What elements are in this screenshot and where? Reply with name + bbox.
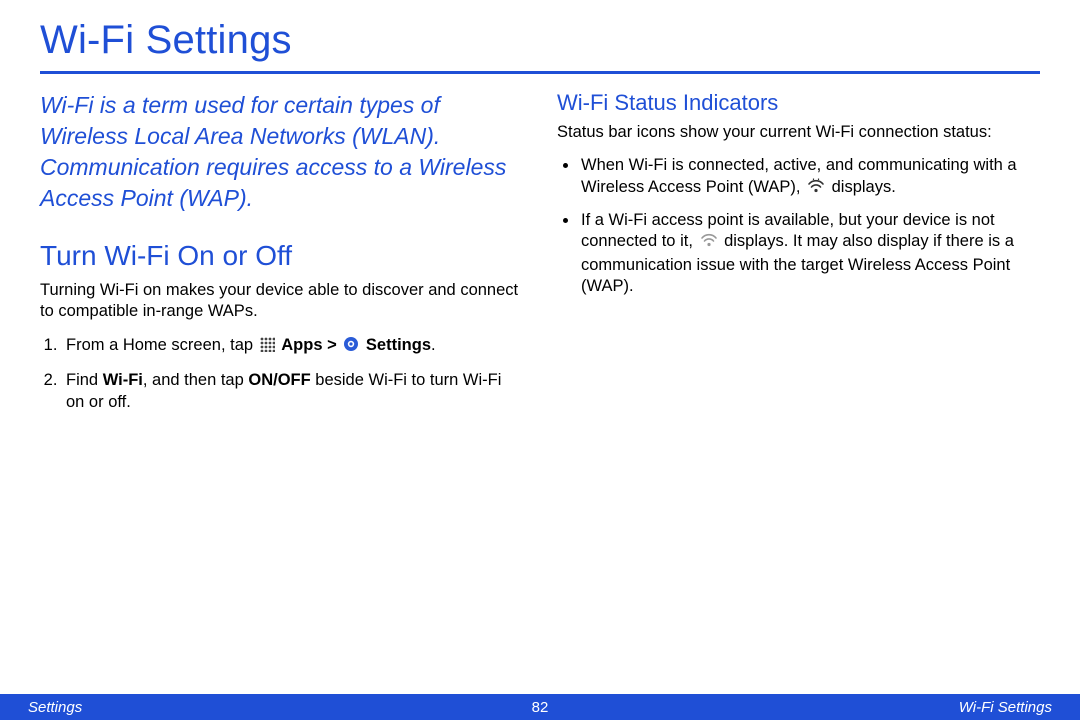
wifi-available-icon — [700, 232, 718, 254]
section-body: Turning Wi-Fi on makes your device able … — [40, 280, 523, 413]
settings-gear-icon — [343, 336, 359, 358]
document-page: Wi-Fi Settings Wi-Fi is a term used for … — [0, 0, 1080, 720]
text: From a Home screen, tap — [66, 336, 258, 354]
footer-left: Settings — [28, 699, 532, 716]
bullet-1: When Wi-Fi is connected, active, and com… — [579, 155, 1040, 200]
text: Find — [66, 371, 103, 389]
paragraph: Status bar icons show your current Wi-Fi… — [557, 122, 1040, 143]
wifi-label: Wi-Fi — [103, 371, 143, 389]
page-title: Wi-Fi Settings — [40, 18, 1040, 63]
bullet-list: When Wi-Fi is connected, active, and com… — [557, 155, 1040, 298]
bullet-2: If a Wi-Fi access point is available, bu… — [579, 210, 1040, 298]
page-footer: Settings 82 Wi-Fi Settings — [0, 694, 1080, 720]
text: > — [327, 336, 341, 354]
right-column: Wi-Fi Status Indicators Status bar icons… — [557, 90, 1040, 423]
intro-paragraph: Wi-Fi is a term used for certain types o… — [40, 90, 523, 214]
steps-list: From a Home screen, tap — [40, 334, 523, 413]
section-body: Status bar icons show your current Wi-Fi… — [557, 122, 1040, 298]
onoff-label: ON/OFF — [248, 371, 310, 389]
section-heading-turn-wifi: Turn Wi-Fi On or Off — [40, 240, 523, 272]
text: When Wi-Fi is connected, active, and com… — [581, 156, 1017, 195]
wifi-connected-icon — [807, 178, 825, 200]
settings-label: Settings — [366, 336, 431, 354]
text: displays. — [832, 178, 896, 196]
text: . — [431, 336, 436, 354]
text: , and then tap — [143, 371, 249, 389]
title-rule — [40, 71, 1040, 74]
step-1: From a Home screen, tap — [62, 334, 523, 358]
step-2: Find Wi-Fi, and then tap ON/OFF beside W… — [62, 369, 523, 414]
footer-page-number: 82 — [532, 699, 549, 716]
section-heading-status-indicators: Wi-Fi Status Indicators — [557, 90, 1040, 116]
apps-label: Apps — [281, 336, 322, 354]
paragraph: Turning Wi-Fi on makes your device able … — [40, 280, 523, 322]
footer-right: Wi-Fi Settings — [548, 699, 1052, 716]
apps-grid-icon — [260, 336, 275, 358]
two-column-layout: Wi-Fi is a term used for certain types o… — [40, 90, 1040, 423]
left-column: Wi-Fi is a term used for certain types o… — [40, 90, 523, 423]
